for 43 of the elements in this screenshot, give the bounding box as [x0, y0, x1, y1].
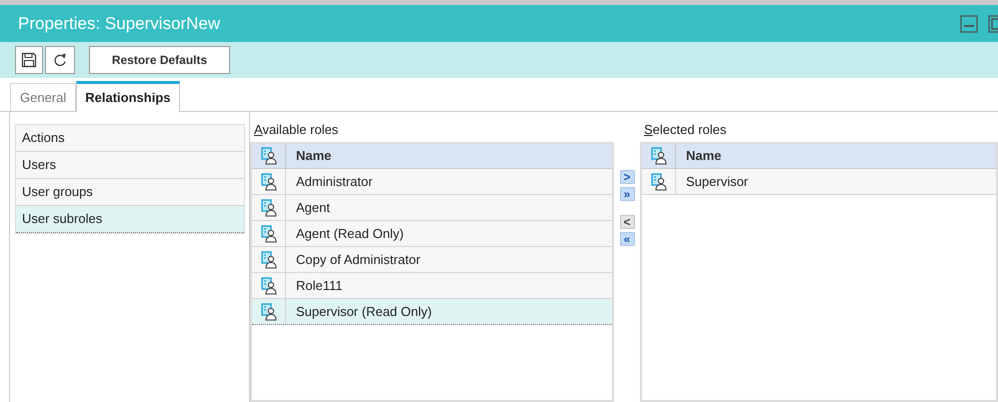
role-name: Role111	[295, 276, 342, 295]
minimize-icon[interactable]	[960, 14, 978, 32]
role-row[interactable]: Agent (Read Only)	[252, 221, 612, 247]
sidebar-item[interactable]: Users	[16, 152, 244, 179]
transfer-button[interactable]: »	[620, 187, 634, 201]
column-header[interactable]: Name	[676, 146, 722, 166]
role-name: Supervisor	[685, 172, 748, 191]
role-icon	[260, 172, 276, 190]
role-icon	[650, 172, 666, 190]
role-name: Copy of Administrator	[295, 250, 420, 269]
role-icon	[260, 302, 276, 320]
sidebar-item[interactable]: Actions	[16, 125, 244, 152]
save-button[interactable]	[15, 46, 43, 74]
refresh-button[interactable]	[45, 46, 75, 74]
role-name: Agent (Read Only)	[295, 224, 404, 243]
role-icon	[260, 250, 276, 268]
transfer-button[interactable]: >	[620, 170, 634, 184]
role-row[interactable]: Role111	[252, 273, 612, 299]
transfer-button[interactable]: «	[620, 232, 634, 246]
role-row[interactable]: Supervisor (Read Only)	[252, 299, 612, 325]
refresh-icon	[52, 52, 68, 68]
role-icon	[260, 198, 276, 216]
sidebar-item[interactable]: User groups	[16, 179, 244, 206]
transfer-button[interactable]: <	[620, 215, 634, 229]
role-row[interactable]: Copy of Administrator	[252, 247, 612, 273]
role-name: Agent	[295, 198, 330, 217]
selected-roles-label: Selected roles	[643, 120, 728, 138]
role-name: Administrator	[295, 172, 373, 191]
role-name: Supervisor (Read Only)	[295, 302, 432, 321]
role-icon	[260, 276, 276, 294]
window-title: Properties: SupervisorNew	[18, 12, 220, 35]
save-icon	[21, 52, 37, 68]
sidebar-item[interactable]: User subroles	[16, 206, 244, 233]
role-icon	[650, 147, 666, 165]
role-row[interactable]: Agent	[252, 195, 612, 221]
restore-defaults-button[interactable]: Restore Defaults	[89, 46, 230, 74]
role-row[interactable]: Administrator	[252, 169, 612, 195]
role-icon	[260, 224, 276, 242]
tab[interactable]: Relationships	[76, 81, 180, 112]
available-roles-label: Available roles	[253, 120, 340, 138]
role-icon	[260, 147, 276, 165]
column-header[interactable]: Name	[286, 146, 332, 166]
role-row[interactable]: Supervisor	[642, 169, 996, 195]
